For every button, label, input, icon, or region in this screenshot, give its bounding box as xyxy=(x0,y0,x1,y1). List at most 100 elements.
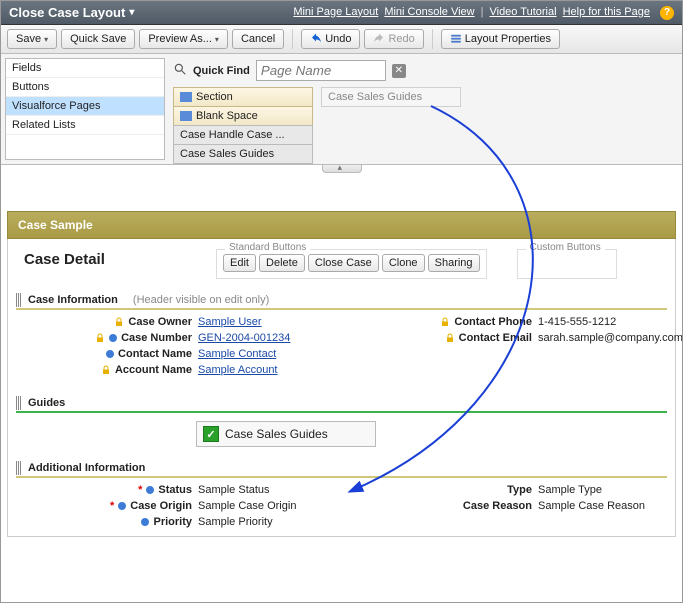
palette-item-blank[interactable]: Blank Space xyxy=(173,106,313,125)
quick-find-input[interactable] xyxy=(256,60,386,81)
palette: Fields Buttons Visualforce Pages Related… xyxy=(1,54,682,165)
chip-label: Blank Space xyxy=(196,110,258,122)
palette-items: Section Blank Space Case Handle Case ...… xyxy=(173,87,674,164)
separator xyxy=(432,29,433,49)
palette-item-sales-guides[interactable]: Case Sales Guides xyxy=(173,144,313,164)
detail-body: Case Detail Standard Buttons Edit Delete… xyxy=(7,239,676,537)
sidebar-item-visualforce[interactable]: Visualforce Pages xyxy=(6,97,164,116)
clone-button[interactable]: Clone xyxy=(382,254,425,272)
redo-button[interactable]: Redo xyxy=(364,29,423,49)
section-sub: (Header visible on edit only) xyxy=(133,294,269,306)
label-case-owner: Case Owner xyxy=(18,316,198,328)
label-priority: Priority xyxy=(18,516,198,528)
lbl-text: Contact Email xyxy=(459,332,532,344)
grip-icon xyxy=(322,165,362,173)
palette-item-handle[interactable]: Case Handle Case ... xyxy=(173,125,313,144)
dot-icon xyxy=(146,486,154,494)
lbl-text: Case Origin xyxy=(130,500,192,512)
required-icon: * xyxy=(110,500,114,512)
standard-buttons: Standard Buttons Edit Delete Close Case … xyxy=(216,249,487,279)
value-status: Sample Status xyxy=(198,484,378,496)
lock-icon xyxy=(95,333,105,343)
dropped-label: Case Sales Guides xyxy=(225,427,328,441)
delete-button[interactable]: Delete xyxy=(259,254,305,272)
label-status: *Status xyxy=(18,484,198,496)
custom-legend: Custom Buttons xyxy=(526,242,605,253)
lock-icon xyxy=(114,317,124,327)
help-link[interactable]: Help for this Page xyxy=(563,6,650,20)
lbl-text: Contact Name xyxy=(118,348,192,360)
cancel-button[interactable]: Cancel xyxy=(232,29,284,49)
toolbar: Save▾ Quick Save Preview As...▾ Cancel U… xyxy=(1,25,682,54)
required-icon: * xyxy=(138,484,142,496)
help-icon[interactable]: ? xyxy=(660,6,674,20)
sample-header: Case Sample xyxy=(7,211,676,239)
preview-as-button[interactable]: Preview As...▾ xyxy=(139,29,228,49)
sidebar-item-fields[interactable]: Fields xyxy=(6,59,164,78)
dot-icon xyxy=(109,334,117,342)
chip-label: Case Handle Case ... xyxy=(180,129,285,141)
video-tutorial-link[interactable]: Video Tutorial xyxy=(489,6,556,20)
section-title: Case Information xyxy=(28,294,118,306)
lock-icon xyxy=(440,317,450,327)
edit-button[interactable]: Edit xyxy=(223,254,256,272)
label-case-reason: Case Reason xyxy=(378,500,538,512)
stripe-icon xyxy=(16,461,22,475)
lbl-text: Account Name xyxy=(115,364,192,376)
value-case-reason: Sample Case Reason xyxy=(538,500,665,512)
label-case-origin: * Case Origin xyxy=(18,500,198,512)
palette-main: Quick Find ✕ Section Blank Space Case Ha… xyxy=(169,54,682,164)
dropped-vf-page[interactable]: ✓ Case Sales Guides xyxy=(196,421,376,447)
value-account-name[interactable]: Sample Account xyxy=(198,364,378,376)
label-type: Type xyxy=(378,484,538,496)
value-case-number[interactable]: GEN-2004-001234 xyxy=(198,332,378,344)
section-case-info: Case Information (Header visible on edit… xyxy=(16,293,667,382)
sharing-button[interactable]: Sharing xyxy=(428,254,480,272)
layout-properties-button[interactable]: Layout Properties xyxy=(441,29,560,49)
redo-label: Redo xyxy=(388,33,414,45)
lbl-text: Case Reason xyxy=(463,500,532,512)
detail-title: Case Detail xyxy=(16,249,186,278)
close-case-button[interactable]: Close Case xyxy=(308,254,379,272)
label-contact-email: Contact Email xyxy=(378,332,538,344)
palette-item-section[interactable]: Section xyxy=(173,87,313,106)
value-contact-name[interactable]: Sample Contact xyxy=(198,348,378,360)
undo-button[interactable]: Undo xyxy=(301,29,360,49)
undo-label: Undo xyxy=(325,33,351,45)
lbl-text: Priority xyxy=(153,516,192,528)
value-priority: Sample Priority xyxy=(198,516,378,528)
lock-icon xyxy=(101,365,111,375)
chip-label: Section xyxy=(196,91,233,103)
palette-collapse[interactable] xyxy=(1,165,682,173)
quick-find-label: Quick Find xyxy=(193,65,250,77)
value-case-owner[interactable]: Sample User xyxy=(198,316,378,328)
label-account-name: Account Name xyxy=(18,364,198,376)
page-title[interactable]: Close Case Layout ▾ xyxy=(9,5,134,20)
mini-console-view-link[interactable]: Mini Console View xyxy=(384,6,474,20)
save-button[interactable]: Save▾ xyxy=(7,29,57,49)
lbl-text: Case Number xyxy=(121,332,192,344)
section-icon xyxy=(180,92,192,102)
header-links: Mini Page Layout Mini Console View | Vid… xyxy=(293,6,674,20)
palette-sidebar: Fields Buttons Visualforce Pages Related… xyxy=(5,58,165,160)
lock-icon xyxy=(445,333,455,343)
blank-icon xyxy=(180,111,192,121)
sidebar-item-related-lists[interactable]: Related Lists xyxy=(6,116,164,135)
section-additional: Additional Information *Status Sample St… xyxy=(16,461,667,534)
value-contact-email: sarah.sample@company.com xyxy=(538,332,683,344)
save-label: Save xyxy=(16,33,41,45)
quick-find: Quick Find ✕ xyxy=(173,60,674,81)
mini-page-layout-link[interactable]: Mini Page Layout xyxy=(293,6,378,20)
separator: | xyxy=(481,6,484,20)
dot-icon xyxy=(106,350,114,358)
caret-icon: ▾ xyxy=(44,35,48,44)
value-case-origin: Sample Case Origin xyxy=(198,500,378,512)
custom-buttons[interactable]: Custom Buttons xyxy=(517,249,617,279)
sidebar-item-buttons[interactable]: Buttons xyxy=(6,78,164,97)
quick-save-button[interactable]: Quick Save xyxy=(61,29,135,49)
clear-icon[interactable]: ✕ xyxy=(392,64,406,78)
separator xyxy=(292,29,293,49)
header-bar: Close Case Layout ▾ Mini Page Layout Min… xyxy=(1,1,682,25)
label-contact-name: Contact Name xyxy=(18,348,198,360)
check-icon: ✓ xyxy=(203,426,219,442)
